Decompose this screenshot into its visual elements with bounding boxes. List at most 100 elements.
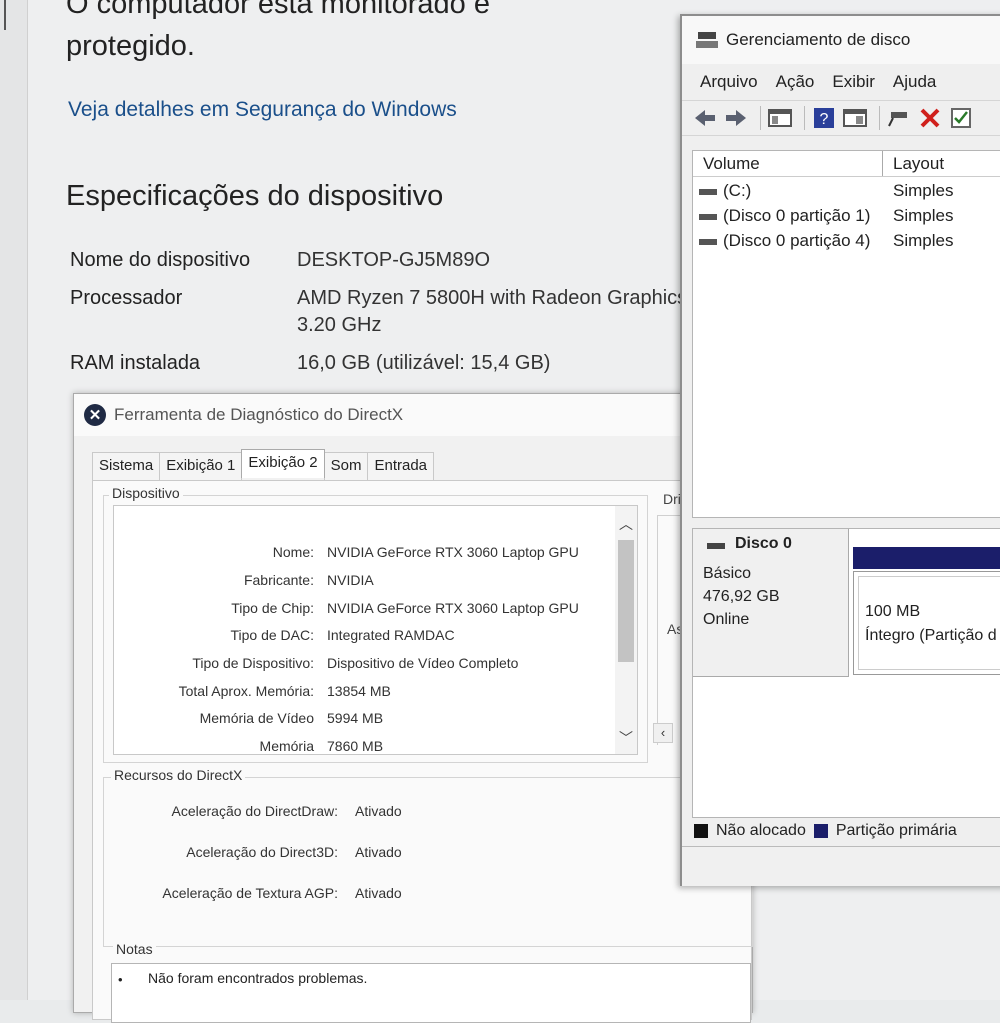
legend-label-unallocated: Não alocado [716, 822, 806, 839]
help-icon[interactable]: ? [811, 105, 837, 131]
disk-graphical-pane: Disco 0 Básico 476,92 GB Online 100 MB Í… [692, 528, 1000, 818]
toolbar-separator [804, 106, 805, 130]
resource-key-directdraw: Aceleração do DirectDraw: [171, 803, 338, 819]
volume-layout: Simples [893, 181, 954, 200]
device-value: 7860 MB [327, 738, 384, 754]
back-arrow-icon[interactable] [692, 105, 718, 131]
device-key: Total Aprox. Memória: [178, 683, 314, 699]
device-value: 13854 MB [327, 683, 391, 699]
dxdiag-titlebar[interactable]: ✕ Ferramenta de Diagnóstico do DirectX [74, 394, 752, 436]
device-group-label: Dispositivo [109, 485, 183, 501]
directx-diagnostic-window: ✕ Ferramenta de Diagnóstico do DirectX S… [73, 393, 753, 1023]
delete-icon[interactable] [917, 105, 943, 131]
resource-key-direct3d: Aceleração do Direct3D: [186, 844, 338, 860]
console-tree-icon[interactable] [767, 105, 793, 131]
resource-value-directdraw: Ativado [355, 803, 402, 819]
device-key: Memória de Vídeo [199, 710, 314, 726]
legend-label-primary: Partição primária [835, 822, 957, 839]
dxdiag-title: Ferramenta de Diagnóstico do DirectX [114, 405, 404, 424]
device-key: Memória [259, 738, 314, 754]
device-key: Tipo de Chip: [231, 600, 314, 616]
device-value: Integrated RAMDAC [327, 627, 455, 643]
drive-icon [699, 239, 717, 245]
security-details-link[interactable]: Veja detalhes em Segurança do Windows [68, 98, 457, 122]
device-info-list[interactable]: Nome: NVIDIA GeForce RTX 3060 Laptop GPU… [113, 505, 638, 755]
drive-icon [699, 214, 717, 220]
disk-status: Online [703, 611, 750, 628]
directx-x-icon: ✕ [84, 404, 106, 426]
window-left-edge [0, 0, 28, 1000]
spec-value-processor: AMD Ryzen 7 5800H with Radeon Graphics [297, 287, 688, 309]
spec-label-ram: RAM instalada [70, 352, 201, 374]
diskmgmt-statusbar [682, 846, 1000, 886]
partition-box-inner: 100 MB Íntegro (Partição d [858, 576, 1000, 670]
resource-key-agp-texture: Aceleração de Textura AGP: [162, 885, 338, 901]
tab-exibicao-1[interactable]: Exibição 1 [159, 452, 243, 481]
volume-row[interactable]: (Disco 0 partição 4) Simples [693, 231, 1000, 255]
diskmgmt-legend: Não alocado Partição primária [694, 822, 957, 840]
notes-box[interactable]: • Não foram encontrados problemas. [111, 963, 751, 1023]
menu-arquivo[interactable]: Arquivo [700, 72, 758, 92]
device-key: Tipo de Dispositivo: [192, 655, 314, 671]
volume-name: (Disco 0 partição 1) [723, 206, 871, 225]
dxdiag-tabs: Sistema Exibição 1 Exibição 2 Som Entrad… [92, 449, 435, 481]
chevron-down-icon[interactable]: ﹀ [619, 728, 633, 748]
tab-exibicao-2[interactable]: Exibição 2 [241, 449, 325, 478]
volume-list-header: Volume Layout [693, 151, 1000, 177]
disk-size: 476,92 GB [703, 588, 780, 605]
chevron-left-icon[interactable]: ‹ [653, 723, 673, 743]
diskmgmt-titlebar[interactable]: Gerenciamento de disco [682, 16, 1000, 64]
device-value: Dispositivo de Vídeo Completo [327, 655, 519, 671]
device-value: NVIDIA GeForce RTX 3060 Laptop GPU [327, 544, 579, 560]
legend-swatch-primary [813, 824, 828, 838]
disk-name: Disco 0 [735, 535, 792, 552]
device-value: 5994 MB [327, 710, 384, 726]
resource-value-direct3d: Ativado [355, 844, 402, 860]
device-key: Fabricante: [243, 572, 314, 588]
tab-som[interactable]: Som [323, 452, 369, 481]
notes-bullet: • [118, 972, 123, 987]
menu-exibir[interactable]: Exibir [832, 72, 875, 92]
protection-heading-line2: protegido. [66, 30, 195, 62]
connect-icon[interactable] [886, 105, 912, 131]
diskmgmt-menubar: Arquivo Ação Exibir Ajuda [682, 64, 1000, 100]
device-specs-title: Especificações do dispositivo [66, 180, 444, 212]
device-list-scrollbar[interactable]: ︿ ﹀ [615, 506, 637, 754]
volume-layout: Simples [893, 231, 954, 250]
volume-row[interactable]: (Disco 0 partição 1) Simples [693, 206, 1000, 230]
spec-label-device-name: Nome do dispositivo [70, 249, 251, 271]
column-layout[interactable]: Layout [883, 151, 944, 176]
device-value: NVIDIA [327, 572, 374, 588]
volume-row[interactable]: (C:) Simples [693, 181, 1000, 205]
spec-value-ram: 16,0 GB (utilizável: 15,4 GB) [297, 352, 551, 374]
disk-type: Básico [703, 565, 752, 582]
legend-swatch-unallocated [694, 824, 708, 838]
notes-group-label: Notas [113, 941, 156, 957]
tab-entrada[interactable]: Entrada [367, 452, 435, 481]
notes-text: Não foram encontrados problemas. [148, 970, 368, 986]
scrollbar-thumb[interactable] [618, 540, 634, 662]
disk-management-icon [696, 30, 718, 50]
toolbar-separator [760, 106, 761, 130]
forward-arrow-icon[interactable] [723, 105, 749, 131]
diskmgmt-title: Gerenciamento de disco [726, 30, 911, 49]
volume-layout: Simples [893, 206, 954, 225]
spec-label-processor: Processador [70, 287, 183, 309]
volume-name: (C:) [723, 181, 752, 200]
menu-ajuda[interactable]: Ajuda [893, 72, 936, 92]
properties-icon[interactable] [842, 105, 868, 131]
disk-icon [707, 543, 725, 549]
spec-value-device-name: DESKTOP-GJ5M89O [297, 249, 491, 271]
column-volume[interactable]: Volume [693, 151, 883, 176]
check-icon[interactable] [948, 105, 974, 131]
partition-box[interactable]: 100 MB Íntegro (Partição d [853, 571, 1000, 675]
chevron-up-icon[interactable]: ︿ [619, 514, 633, 534]
volume-name: (Disco 0 partição 4) [723, 231, 871, 250]
disk-info-box[interactable]: Disco 0 Básico 476,92 GB Online [693, 529, 849, 677]
menu-acao[interactable]: Ação [776, 72, 815, 92]
drive-icon [699, 189, 717, 195]
diskmgmt-toolbar: ? [682, 100, 1000, 136]
volume-list-pane: Volume Layout (C:) Simples (Disco 0 part… [692, 150, 1000, 518]
tab-sistema[interactable]: Sistema [92, 452, 161, 481]
partition-status: Íntegro (Partição d [865, 627, 997, 644]
